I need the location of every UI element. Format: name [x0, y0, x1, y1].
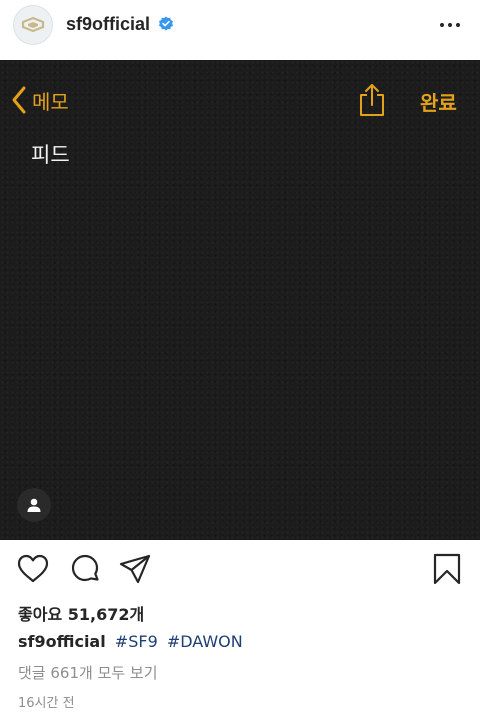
notes-body-text: 피드	[31, 143, 70, 167]
caption: sf9official #SF9 #DAWON	[18, 632, 243, 651]
username[interactable]: sf9official	[66, 14, 150, 35]
notes-person-button	[17, 488, 51, 522]
bookmark-icon[interactable]	[430, 552, 464, 586]
notes-back-button: 메모	[10, 85, 69, 115]
paper-plane-icon[interactable]	[118, 552, 152, 586]
post-image[interactable]: 메모 완료 피드	[0, 60, 480, 540]
heart-icon[interactable]	[16, 552, 50, 586]
post-timestamp: 16시간 전	[18, 696, 75, 711]
avatar[interactable]	[13, 5, 53, 45]
caption-username[interactable]: sf9official	[18, 632, 106, 651]
share-icon	[360, 84, 384, 116]
likes-count[interactable]: 좋아요 51,672개	[18, 601, 144, 625]
notes-back-label: 메모	[32, 89, 69, 114]
verified-badge-icon	[159, 16, 173, 31]
sf9-logo-icon	[21, 16, 45, 33]
view-all-comments-link[interactable]: 댓글 661개 모두 보기	[18, 662, 158, 683]
hashtag-link[interactable]: #SF9	[115, 632, 158, 651]
comment-icon[interactable]	[68, 552, 102, 586]
action-bar	[0, 552, 480, 592]
post-header: sf9official	[0, 0, 480, 60]
notes-done-label: 완료	[420, 91, 457, 115]
chevron-left-icon	[12, 86, 26, 114]
hashtag-link[interactable]: #DAWON	[167, 632, 243, 651]
person-icon	[27, 498, 41, 512]
more-options-icon[interactable]	[436, 15, 464, 35]
